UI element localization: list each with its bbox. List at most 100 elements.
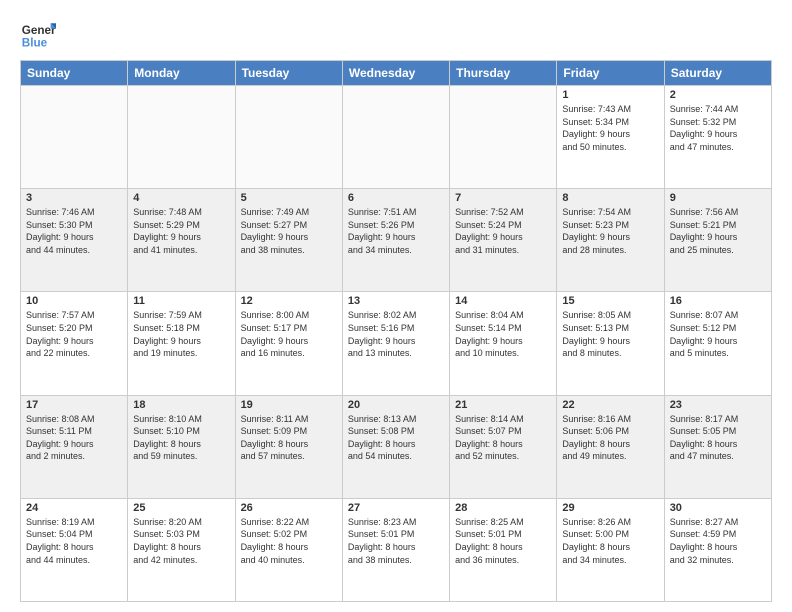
calendar-cell: 26 Sunrise: 8:22 AM Sunset: 5:02 PM Dayli…	[235, 498, 342, 601]
day-info: Sunrise: 7:49 AM Sunset: 5:27 PM Dayligh…	[241, 206, 337, 256]
day-info: Sunrise: 7:51 AM Sunset: 5:26 PM Dayligh…	[348, 206, 444, 256]
calendar-cell: 20 Sunrise: 8:13 AM Sunset: 5:08 PM Dayli…	[342, 395, 449, 498]
day-number: 16	[670, 295, 766, 307]
calendar-cell: 30 Sunrise: 8:27 AM Sunset: 4:59 PM Dayli…	[664, 498, 771, 601]
calendar-cell: 7 Sunrise: 7:52 AM Sunset: 5:24 PM Daylig…	[450, 189, 557, 292]
day-number: 15	[562, 295, 658, 307]
day-info: Sunrise: 7:59 AM Sunset: 5:18 PM Dayligh…	[133, 309, 229, 359]
day-info: Sunrise: 8:02 AM Sunset: 5:16 PM Dayligh…	[348, 309, 444, 359]
calendar-cell: 10Sunrise: 7:57 AM Sunset: 5:20 PM Dayli…	[21, 292, 128, 395]
day-number: 14	[455, 295, 551, 307]
calendar-cell: 19 Sunrise: 8:11 AM Sunset: 5:09 PM Dayli…	[235, 395, 342, 498]
calendar-week-4: 17Sunrise: 8:08 AM Sunset: 5:11 PM Dayli…	[21, 395, 772, 498]
day-info: Sunrise: 7:54 AM Sunset: 5:23 PM Dayligh…	[562, 206, 658, 256]
day-info: Sunrise: 8:23 AM Sunset: 5:01 PM Dayligh…	[348, 516, 444, 566]
calendar-week-1: 1 Sunrise: 7:43 AM Sunset: 5:34 PM Daylig…	[21, 86, 772, 189]
calendar-cell: 3 Sunrise: 7:46 AM Sunset: 5:30 PM Daylig…	[21, 189, 128, 292]
calendar-header-row: SundayMondayTuesdayWednesdayThursdayFrid…	[21, 61, 772, 86]
day-info: Sunrise: 8:10 AM Sunset: 5:10 PM Dayligh…	[133, 413, 229, 463]
calendar-cell: 21 Sunrise: 8:14 AM Sunset: 5:07 PM Dayli…	[450, 395, 557, 498]
day-number: 7	[455, 192, 551, 204]
calendar-cell: 23 Sunrise: 8:17 AM Sunset: 5:05 PM Dayli…	[664, 395, 771, 498]
calendar-cell	[342, 86, 449, 189]
day-number: 22	[562, 399, 658, 411]
day-info: Sunrise: 8:00 AM Sunset: 5:17 PM Dayligh…	[241, 309, 337, 359]
weekday-header-monday: Monday	[128, 61, 235, 86]
calendar-cell: 13 Sunrise: 8:02 AM Sunset: 5:16 PM Dayli…	[342, 292, 449, 395]
day-info: Sunrise: 8:08 AM Sunset: 5:11 PM Dayligh…	[26, 413, 122, 463]
day-number: 1	[562, 89, 658, 101]
calendar-week-2: 3 Sunrise: 7:46 AM Sunset: 5:30 PM Daylig…	[21, 189, 772, 292]
day-number: 28	[455, 502, 551, 514]
day-number: 4	[133, 192, 229, 204]
calendar-cell	[128, 86, 235, 189]
calendar-cell	[450, 86, 557, 189]
weekday-header-saturday: Saturday	[664, 61, 771, 86]
day-info: Sunrise: 7:57 AM Sunset: 5:20 PM Dayligh…	[26, 309, 122, 359]
calendar-cell: 25 Sunrise: 8:20 AM Sunset: 5:03 PM Dayli…	[128, 498, 235, 601]
calendar-cell: 4 Sunrise: 7:48 AM Sunset: 5:29 PM Daylig…	[128, 189, 235, 292]
day-info: Sunrise: 8:27 AM Sunset: 4:59 PM Dayligh…	[670, 516, 766, 566]
day-number: 29	[562, 502, 658, 514]
logo: General Blue	[20, 16, 56, 52]
day-info: Sunrise: 8:14 AM Sunset: 5:07 PM Dayligh…	[455, 413, 551, 463]
day-number: 24	[26, 502, 122, 514]
day-info: Sunrise: 8:11 AM Sunset: 5:09 PM Dayligh…	[241, 413, 337, 463]
day-number: 20	[348, 399, 444, 411]
calendar-cell: 14 Sunrise: 8:04 AM Sunset: 5:14 PM Dayli…	[450, 292, 557, 395]
calendar-cell: 15Sunrise: 8:05 AM Sunset: 5:13 PM Dayli…	[557, 292, 664, 395]
day-info: Sunrise: 8:26 AM Sunset: 5:00 PM Dayligh…	[562, 516, 658, 566]
calendar-cell	[235, 86, 342, 189]
calendar-cell: 12 Sunrise: 8:00 AM Sunset: 5:17 PM Dayli…	[235, 292, 342, 395]
day-info: Sunrise: 8:07 AM Sunset: 5:12 PM Dayligh…	[670, 309, 766, 359]
day-info: Sunrise: 8:13 AM Sunset: 5:08 PM Dayligh…	[348, 413, 444, 463]
day-number: 27	[348, 502, 444, 514]
weekday-header-thursday: Thursday	[450, 61, 557, 86]
calendar-cell: 17Sunrise: 8:08 AM Sunset: 5:11 PM Dayli…	[21, 395, 128, 498]
day-number: 19	[241, 399, 337, 411]
calendar-week-5: 24 Sunrise: 8:19 AM Sunset: 5:04 PM Dayli…	[21, 498, 772, 601]
day-info: Sunrise: 8:25 AM Sunset: 5:01 PM Dayligh…	[455, 516, 551, 566]
calendar-cell: 11 Sunrise: 7:59 AM Sunset: 5:18 PM Dayli…	[128, 292, 235, 395]
header: General Blue	[20, 16, 772, 52]
day-info: Sunrise: 8:16 AM Sunset: 5:06 PM Dayligh…	[562, 413, 658, 463]
day-info: Sunrise: 8:19 AM Sunset: 5:04 PM Dayligh…	[26, 516, 122, 566]
day-info: Sunrise: 7:48 AM Sunset: 5:29 PM Dayligh…	[133, 206, 229, 256]
day-info: Sunrise: 7:43 AM Sunset: 5:34 PM Dayligh…	[562, 103, 658, 153]
day-info: Sunrise: 8:22 AM Sunset: 5:02 PM Dayligh…	[241, 516, 337, 566]
day-info: Sunrise: 7:44 AM Sunset: 5:32 PM Dayligh…	[670, 103, 766, 153]
calendar-cell: 16 Sunrise: 8:07 AM Sunset: 5:12 PM Dayli…	[664, 292, 771, 395]
day-number: 6	[348, 192, 444, 204]
day-number: 8	[562, 192, 658, 204]
calendar-cell: 6 Sunrise: 7:51 AM Sunset: 5:26 PM Daylig…	[342, 189, 449, 292]
calendar-cell: 27 Sunrise: 8:23 AM Sunset: 5:01 PM Dayli…	[342, 498, 449, 601]
logo-icon: General Blue	[20, 16, 56, 52]
svg-text:Blue: Blue	[22, 37, 48, 50]
day-number: 12	[241, 295, 337, 307]
calendar-cell: 9Sunrise: 7:56 AM Sunset: 5:21 PM Daylig…	[664, 189, 771, 292]
calendar-cell: 1 Sunrise: 7:43 AM Sunset: 5:34 PM Daylig…	[557, 86, 664, 189]
calendar-cell: 24 Sunrise: 8:19 AM Sunset: 5:04 PM Dayli…	[21, 498, 128, 601]
day-info: Sunrise: 7:52 AM Sunset: 5:24 PM Dayligh…	[455, 206, 551, 256]
day-number: 11	[133, 295, 229, 307]
weekday-header-sunday: Sunday	[21, 61, 128, 86]
day-number: 30	[670, 502, 766, 514]
day-number: 9	[670, 192, 766, 204]
calendar-cell: 18Sunrise: 8:10 AM Sunset: 5:10 PM Dayli…	[128, 395, 235, 498]
weekday-header-tuesday: Tuesday	[235, 61, 342, 86]
day-info: Sunrise: 8:04 AM Sunset: 5:14 PM Dayligh…	[455, 309, 551, 359]
calendar-cell: 8 Sunrise: 7:54 AM Sunset: 5:23 PM Daylig…	[557, 189, 664, 292]
day-info: Sunrise: 8:17 AM Sunset: 5:05 PM Dayligh…	[670, 413, 766, 463]
day-number: 25	[133, 502, 229, 514]
calendar-cell: 5Sunrise: 7:49 AM Sunset: 5:27 PM Daylig…	[235, 189, 342, 292]
day-number: 13	[348, 295, 444, 307]
weekday-header-friday: Friday	[557, 61, 664, 86]
day-number: 3	[26, 192, 122, 204]
calendar-table: SundayMondayTuesdayWednesdayThursdayFrid…	[20, 60, 772, 602]
day-number: 21	[455, 399, 551, 411]
day-info: Sunrise: 7:46 AM Sunset: 5:30 PM Dayligh…	[26, 206, 122, 256]
day-info: Sunrise: 8:20 AM Sunset: 5:03 PM Dayligh…	[133, 516, 229, 566]
day-number: 26	[241, 502, 337, 514]
day-number: 23	[670, 399, 766, 411]
calendar-cell: 29 Sunrise: 8:26 AM Sunset: 5:00 PM Dayli…	[557, 498, 664, 601]
